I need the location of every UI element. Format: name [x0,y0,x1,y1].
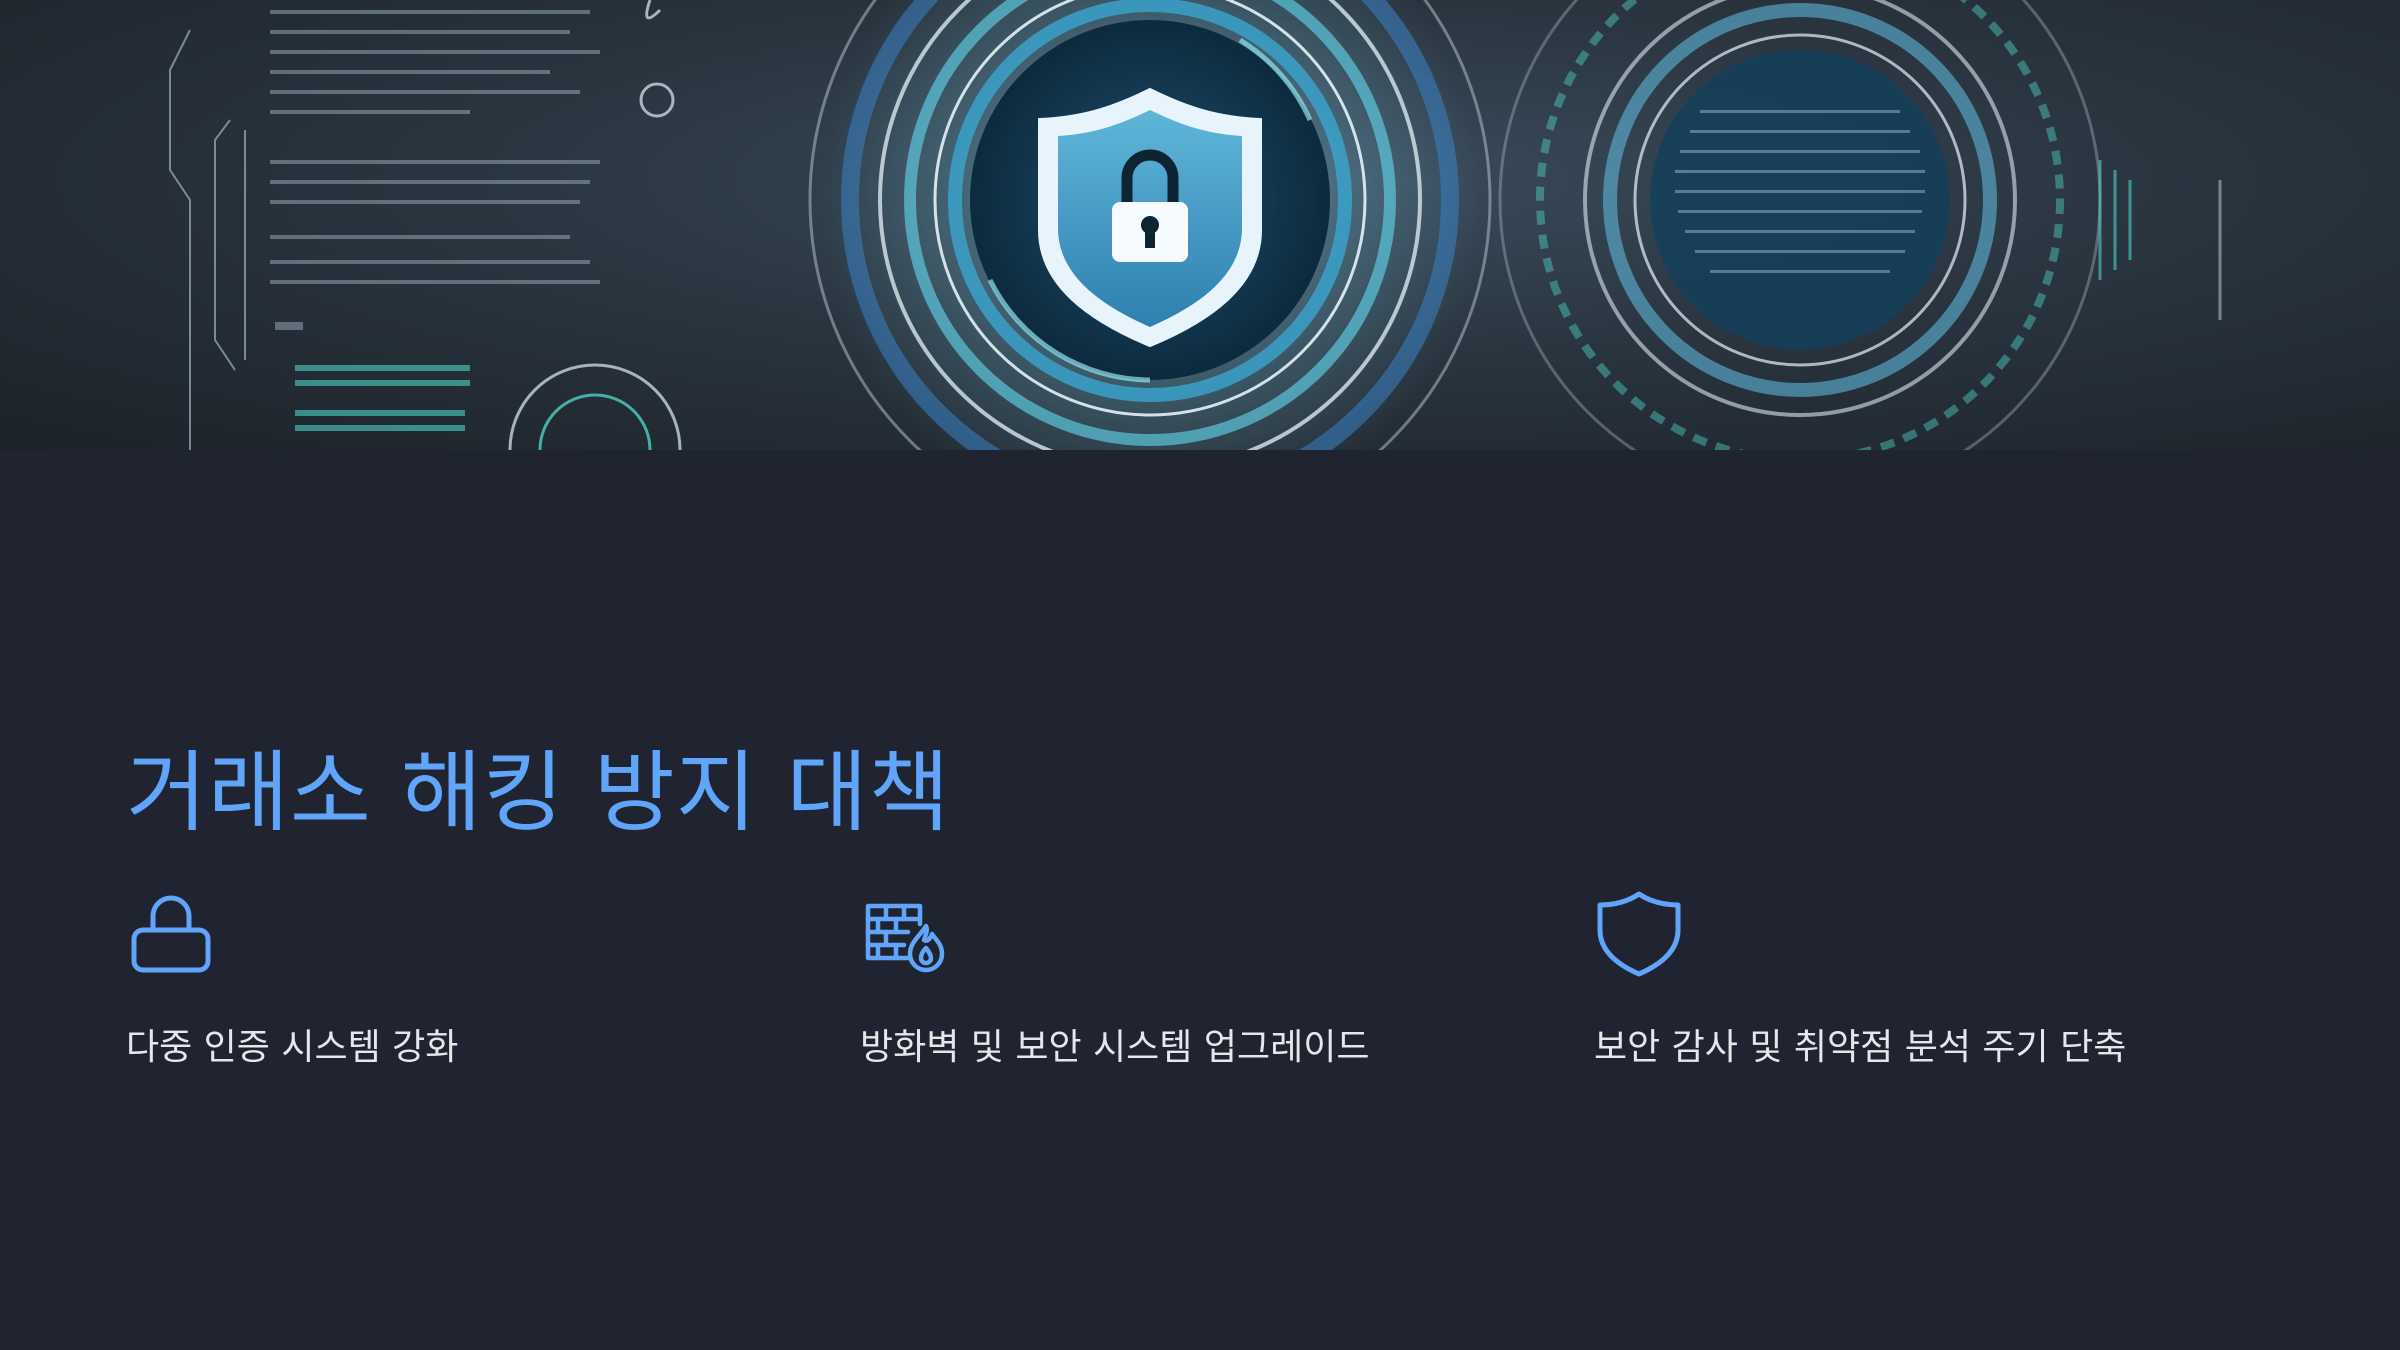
feature-firewall: 방화벽 및 보안 시스템 업그레이드 [860,888,1560,1068]
feature-audit: 보안 감사 및 취약점 분석 주기 단축 [1594,888,2294,1068]
shield-icon [1597,891,1681,977]
hero-image [0,0,2400,450]
firewall-icon [865,903,945,973]
slide: 거래소 해킹 방지 대책 다중 인증 시스템 강화 방화벽 및 보안 시스템 업… [0,0,2400,1350]
feature-mfa: 다중 인증 시스템 강화 [126,888,826,1068]
feature-label: 방화벽 및 보안 시스템 업그레이드 [860,1027,1370,1068]
feature-label: 보안 감사 및 취약점 분석 주기 단축 [1594,1027,2127,1068]
cybersecurity-illustration [169,0,2222,450]
page-title: 거래소 해킹 방지 대책 [126,741,951,844]
lock-icon [131,895,211,973]
feature-label: 다중 인증 시스템 강화 [126,1027,459,1068]
